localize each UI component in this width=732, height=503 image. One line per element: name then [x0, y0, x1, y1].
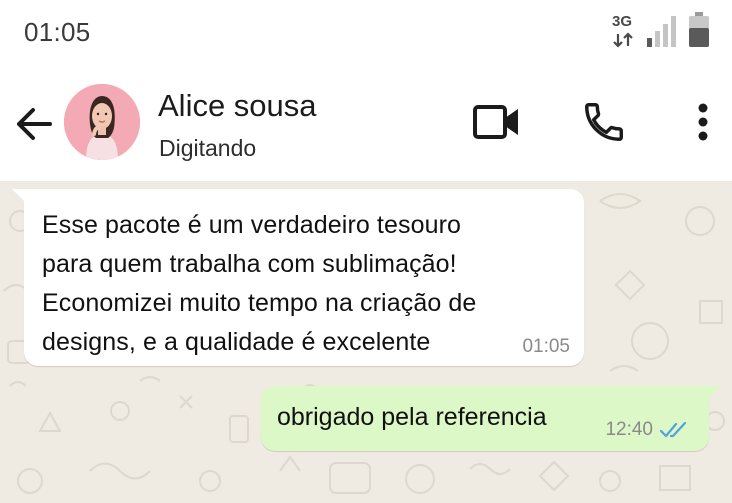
message-text: Esse pacote é um verdadeiro tesouro para… [42, 211, 477, 356]
back-button[interactable] [12, 102, 56, 146]
message-text: obrigado pela referencia [277, 403, 547, 431]
typing-status: Digitando [159, 135, 257, 161]
phone-icon [585, 103, 623, 141]
status-icons: 3G [612, 12, 710, 48]
video-call-icon [473, 105, 518, 139]
data-transfer-arrows-icon [613, 32, 633, 48]
message-list[interactable]: Esse pacote é um verdadeiro tesouro para… [0, 181, 732, 503]
avatar-photo [64, 84, 140, 160]
network-type-label: 3G [612, 13, 633, 30]
status-bar: 01:05 3G [0, 0, 732, 64]
bubble-tail [12, 189, 26, 203]
more-vertical-icon [698, 103, 708, 141]
message-time: 12:40 [605, 419, 653, 440]
outgoing-message-bubble[interactable]: obrigado pela referencia 12:40 [261, 386, 721, 451]
voice-call-button[interactable] [580, 98, 628, 146]
double-check-read-icon [659, 421, 687, 438]
chat-header: Alice sousa Digitando [0, 64, 732, 181]
arrow-left-icon [17, 108, 52, 140]
battery-icon [689, 12, 709, 47]
message-time: 01:05 [522, 336, 570, 357]
chat-screen: 01:05 3G Alice sousa Digitando Esse paco… [0, 0, 732, 503]
incoming-message-bubble[interactable]: Esse pacote é um verdadeiro tesouro para… [12, 189, 584, 366]
contact-name[interactable]: Alice sousa [158, 88, 317, 124]
bubble-tail [707, 386, 721, 400]
more-options-button[interactable] [688, 98, 718, 146]
contact-avatar[interactable] [64, 84, 140, 160]
network-indicator: 3G [612, 14, 638, 48]
message-meta: 12:40 [605, 419, 689, 441]
status-time: 01:05 [24, 17, 91, 47]
video-call-button[interactable] [470, 100, 524, 144]
signal-strength-icon [647, 16, 676, 47]
